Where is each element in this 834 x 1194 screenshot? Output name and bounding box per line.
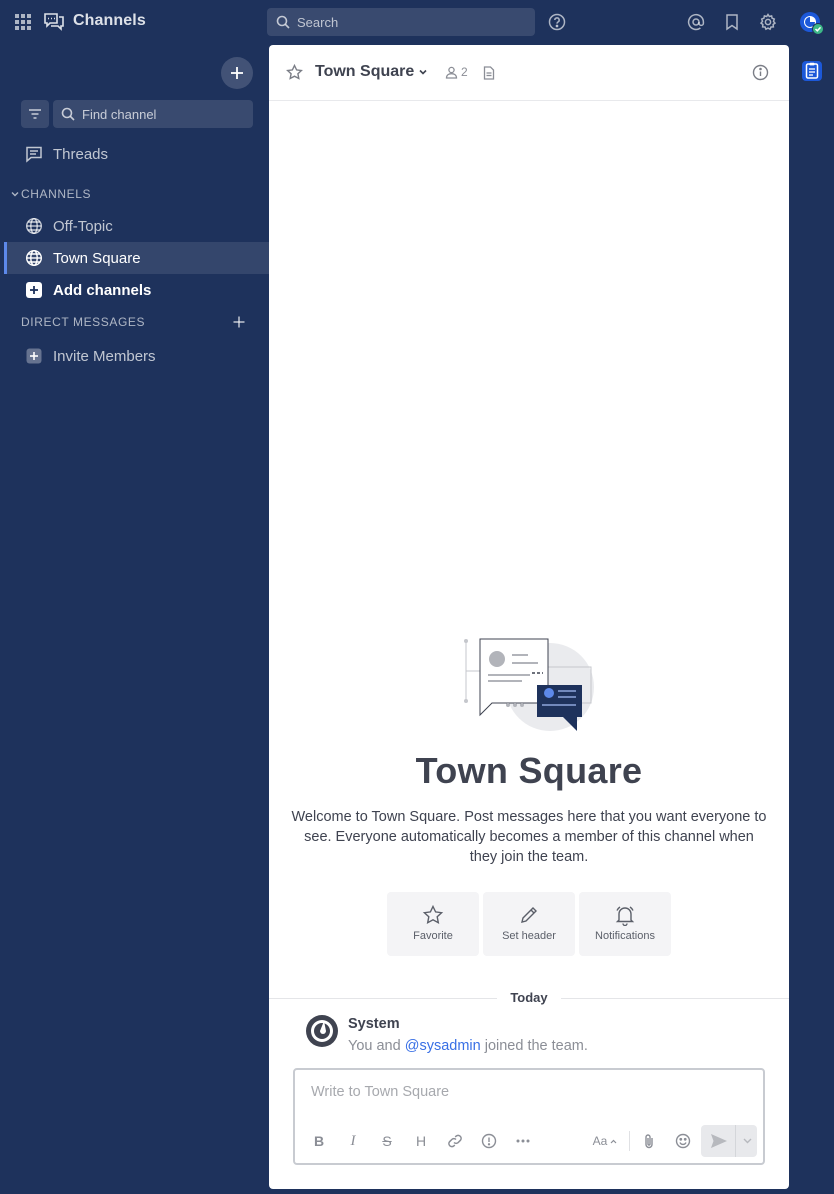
boards-app-icon[interactable]	[800, 59, 824, 83]
add-channels-button[interactable]: Add channels	[4, 274, 269, 306]
star-icon	[422, 904, 444, 925]
mentions-icon[interactable]	[686, 12, 706, 32]
system-avatar[interactable]	[305, 1014, 339, 1048]
help-icon[interactable]	[547, 12, 567, 32]
notifications-button[interactable]: Notifications	[579, 892, 671, 956]
sidebar-item-label: Add channels	[53, 281, 152, 299]
favorite-star-icon[interactable]	[286, 64, 303, 81]
sidebar-item-town-square[interactable]: Town Square	[4, 242, 269, 274]
chevron-down-icon[interactable]	[743, 1138, 752, 1144]
channels-category-heading[interactable]: CHANNELS	[10, 184, 91, 204]
code-alert-icon[interactable]	[479, 1131, 499, 1151]
bell-icon	[615, 906, 635, 926]
italic-button[interactable]: I	[343, 1131, 363, 1151]
set-header-button[interactable]: Set header	[483, 892, 575, 956]
bold-button[interactable]: B	[309, 1131, 329, 1151]
channel-header: Town Square 2	[269, 45, 789, 101]
emoji-icon[interactable]	[673, 1131, 693, 1151]
plus-box-icon	[25, 281, 43, 299]
formatting-toggle[interactable]: Aa	[591, 1131, 619, 1151]
sidebar-item-label: Off-Topic	[53, 217, 113, 235]
settings-icon[interactable]	[758, 12, 778, 32]
search-placeholder: Search	[297, 14, 339, 30]
message-composer[interactable]: Write to Town Square B I S H Aa	[293, 1068, 765, 1165]
channels-product-icon	[43, 11, 65, 33]
search-icon	[276, 15, 290, 29]
filter-button[interactable]	[21, 100, 49, 128]
plus-box-icon	[25, 347, 43, 365]
date-separator: Today	[497, 990, 561, 1005]
chevron-down-icon	[419, 69, 427, 75]
action-label: Set header	[502, 930, 556, 942]
add-direct-message-icon[interactable]	[232, 315, 246, 329]
pencil-icon	[521, 907, 537, 923]
sidebar-item-threads[interactable]: Threads	[4, 138, 269, 170]
find-channel-input[interactable]: Find channel	[53, 100, 253, 128]
threads-icon	[25, 145, 43, 163]
composer-placeholder: Write to Town Square	[311, 1084, 450, 1100]
member-count: 2	[461, 65, 468, 79]
intro-description: Welcome to Town Square. Post messages he…	[291, 809, 767, 865]
invite-members-button[interactable]: Invite Members	[4, 340, 269, 372]
sidebar-item-label: Invite Members	[53, 347, 156, 365]
add-button[interactable]	[221, 57, 253, 89]
heading-button[interactable]: H	[411, 1131, 431, 1151]
channel-name-menu[interactable]: Town Square	[315, 63, 428, 81]
post-message: You and @sysadmin joined the team.	[348, 1038, 588, 1054]
user-avatar[interactable]	[799, 10, 825, 36]
more-formatting-icon[interactable]	[513, 1131, 533, 1151]
action-label: Notifications	[595, 930, 655, 942]
direct-messages-heading[interactable]: DIRECT MESSAGES	[21, 312, 145, 332]
channel-sidebar: Find channel Threads CHANNELS Off-Topic …	[4, 45, 269, 1194]
divider	[629, 1131, 630, 1151]
intro-title: Town Square	[415, 750, 643, 791]
sidebar-item-label: Town Square	[53, 249, 141, 267]
search-box[interactable]: Search	[267, 8, 535, 36]
channel-title: Town Square	[315, 63, 415, 80]
member-icon	[445, 66, 458, 79]
product-name: Channels	[73, 12, 146, 29]
attachment-icon[interactable]	[639, 1131, 659, 1151]
member-count-button[interactable]: 2	[445, 65, 468, 79]
channel-intro-illustration	[462, 635, 594, 735]
post-author[interactable]: System	[348, 1016, 400, 1032]
globe-icon	[25, 217, 43, 235]
find-channel-placeholder: Find channel	[82, 106, 157, 122]
link-icon[interactable]	[445, 1131, 465, 1151]
strikethrough-button[interactable]: S	[377, 1131, 397, 1151]
channel-view: Town Square 2 Town Square Welcome to Tow…	[269, 45, 789, 1189]
sidebar-item-label: Threads	[53, 145, 109, 163]
channel-info-icon[interactable]	[752, 64, 769, 81]
saved-messages-icon[interactable]	[722, 12, 742, 32]
apps-grid-icon[interactable]	[14, 13, 32, 31]
global-header: Channels Search	[0, 0, 834, 44]
search-icon	[61, 107, 75, 121]
sidebar-item-off-topic[interactable]: Off-Topic	[4, 210, 269, 242]
chevron-up-icon	[610, 1139, 617, 1143]
channel-files-icon[interactable]	[483, 66, 495, 80]
chevron-down-icon	[11, 192, 19, 197]
send-button[interactable]	[701, 1125, 757, 1157]
action-label: Favorite	[413, 930, 453, 942]
globe-icon	[25, 249, 43, 267]
send-icon	[711, 1134, 727, 1148]
user-mention-link[interactable]: @sysadmin	[405, 1038, 481, 1054]
favorite-button[interactable]: Favorite	[387, 892, 479, 956]
